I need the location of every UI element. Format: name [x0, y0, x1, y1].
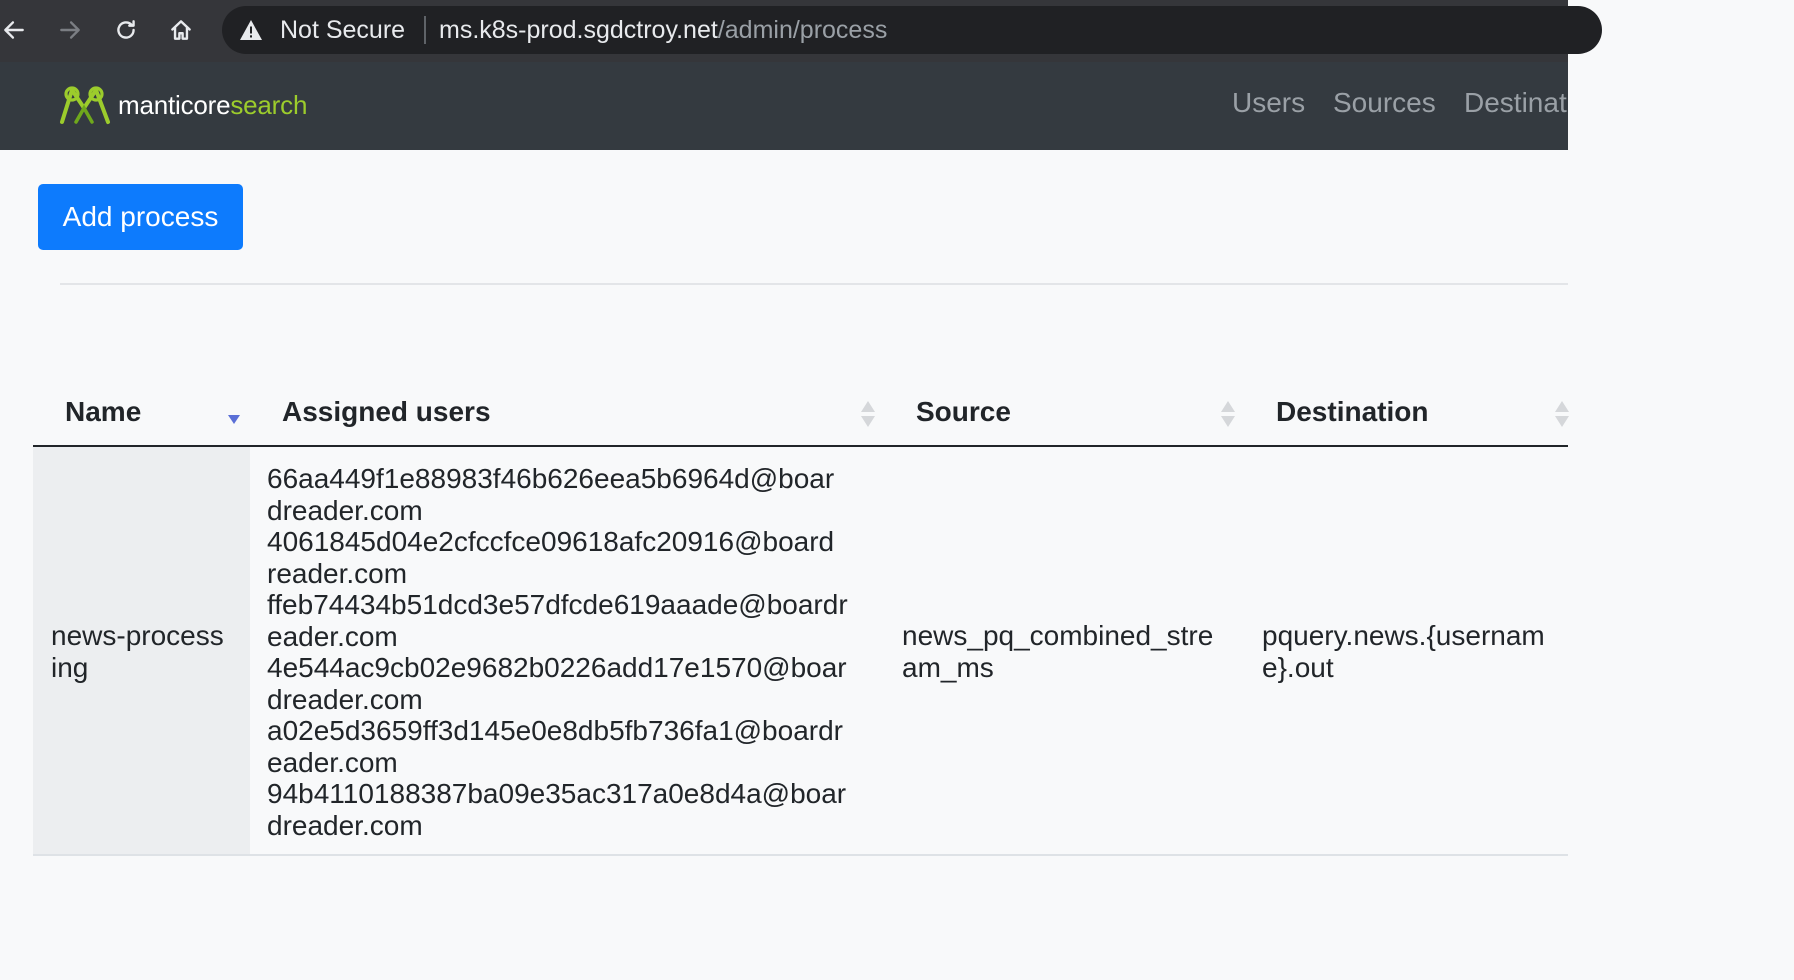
forward-arrow-icon — [60, 21, 80, 39]
column-header-label: Name — [65, 396, 142, 427]
warning-icon — [240, 20, 262, 40]
user-email-line: eader.com — [267, 620, 398, 652]
user-email-line: dreader.com — [267, 683, 423, 715]
cell-assigned-users: 66aa449f1e88983f46b626eea5b6964d@boar dr… — [267, 463, 848, 841]
logo-text-search: search — [230, 89, 308, 120]
manticore-logo[interactable]: manticoresearch — [58, 82, 307, 128]
divider — [60, 283, 1568, 285]
column-header-label: Source — [916, 396, 1011, 427]
cell-source-line: am_ms — [902, 651, 994, 683]
user-email-line: a02e5d3659ff3d145e0e8db5fb736fa1@boardr — [267, 715, 843, 746]
sort-both-icon — [861, 401, 875, 427]
reload-icon — [117, 20, 135, 39]
home-icon — [171, 20, 191, 40]
user-email-line: eader.com — [267, 746, 398, 778]
address-separator — [424, 16, 426, 44]
table-row[interactable]: news-process ing 66aa449f1e88983f46b626e… — [33, 447, 1568, 854]
column-header-label: Destination — [1276, 396, 1429, 427]
app-navbar: manticoresearch Users Sources Destinat — [0, 62, 1568, 150]
security-status[interactable]: Not Secure — [280, 15, 405, 45]
sort-both-icon — [1555, 401, 1569, 427]
nav-link-users[interactable]: Users — [1232, 86, 1305, 120]
cell-name: news-process ing — [51, 620, 224, 683]
address-bar[interactable]: Not Secure ms.k8s-prod.sgdctroy.net/admi… — [222, 6, 1602, 54]
add-process-button[interactable]: Add process — [38, 184, 243, 250]
nav-link-destinations[interactable]: Destinat — [1464, 86, 1567, 120]
user-email-line: dreader.com — [267, 494, 423, 526]
cell-source-line: news_pq_combined_stre — [902, 620, 1214, 651]
reload-button[interactable] — [108, 12, 144, 48]
column-header-label: Assigned users — [282, 396, 491, 427]
cell-destination-line: e}.out — [1262, 651, 1334, 683]
home-button[interactable] — [163, 12, 199, 48]
url-host: ms.k8s-prod.sgdctroy.net — [439, 16, 718, 44]
url-text[interactable]: ms.k8s-prod.sgdctroy.net/admin/process — [439, 15, 887, 45]
sort-descending-icon — [228, 415, 240, 424]
user-email-line: 66aa449f1e88983f46b626eea5b6964d@boar — [267, 463, 835, 494]
column-header-name[interactable]: Name — [33, 380, 250, 446]
back-arrow-icon — [4, 21, 24, 39]
column-header-destination[interactable]: Destination — [1244, 380, 1569, 446]
browser-toolbar: Not Secure ms.k8s-prod.sgdctroy.net/admi… — [0, 0, 1602, 62]
sort-both-icon — [1221, 401, 1235, 427]
cell-destination: pquery.news.{usernam e}.out — [1262, 620, 1545, 683]
forward-button[interactable] — [52, 12, 88, 48]
column-header-source[interactable]: Source — [884, 380, 1244, 446]
manticore-logo-icon — [60, 86, 110, 124]
user-email-line: 4061845d04e2cfccfce09618afc20916@board — [267, 526, 835, 557]
column-header-assigned-users[interactable]: Assigned users — [250, 380, 884, 446]
user-email-line: 94b4110188387ba09e35ac317a0e8d4a@boar — [267, 778, 847, 809]
user-email-line: dreader.com — [267, 809, 423, 841]
logo-wordmark: manticoresearch — [118, 90, 307, 121]
user-email-line: ffeb74434b51dcd3e57dfcde619aaade@boardr — [267, 589, 848, 620]
cell-source: news_pq_combined_stre am_ms — [902, 620, 1213, 683]
table-row-border — [33, 854, 1568, 856]
logo-text-manticore: manticore — [118, 89, 231, 120]
cell-destination-line: pquery.news.{usernam — [1262, 620, 1545, 651]
url-path: /admin/process — [717, 16, 888, 44]
cell-name-line: news-process — [51, 620, 224, 651]
cell-name-line: ing — [51, 651, 89, 683]
table-header: Name Assigned users Source Destination — [33, 380, 1569, 446]
back-button[interactable] — [0, 12, 32, 48]
nav-link-sources[interactable]: Sources — [1333, 86, 1436, 120]
user-email-line: reader.com — [267, 557, 408, 589]
user-email-line: 4e544ac9cb02e9682b0226add17e1570@boar — [267, 652, 847, 683]
